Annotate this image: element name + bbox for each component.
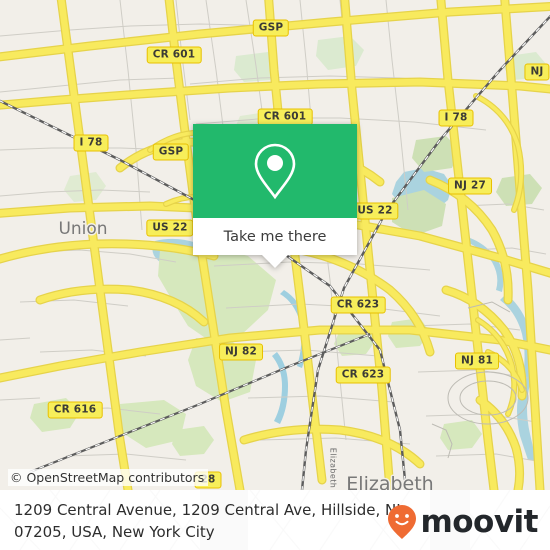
moovit-logo[interactable]: moovit	[387, 504, 538, 540]
road-shield: CR 601	[257, 108, 313, 126]
popup-action-row[interactable]: Take me there	[193, 218, 357, 255]
osm-attribution[interactable]: © OpenStreetMap contributors	[8, 469, 209, 486]
popup-pointer-tail	[262, 255, 288, 268]
road-shield: NJ 27	[448, 177, 492, 195]
road-shield: US 22	[351, 202, 399, 220]
take-me-there-label: Take me there	[223, 228, 327, 245]
location-pin-icon	[254, 143, 296, 200]
road-shield: GSP	[152, 143, 190, 161]
road-shield: NJ	[524, 63, 550, 81]
footer-bar: 1209 Central Avenue, 1209 Central Ave, H…	[0, 490, 550, 550]
address-line-2: 07205, USA, New York City	[14, 523, 215, 541]
road-shield: NJ 82	[219, 343, 263, 361]
popup-icon-area	[193, 124, 357, 218]
place-label-union: Union	[58, 219, 108, 239]
map-canvas[interactable]: GSP CR 601 CR 601 I 78 NJ I 78 GSP NJ 27…	[0, 0, 550, 490]
road-shield: NJ 81	[455, 352, 499, 370]
road-shield: CR 623	[330, 296, 386, 314]
road-shield: US 22	[146, 219, 194, 237]
place-label-elizabeth: Elizabeth	[346, 473, 434, 490]
road-shield: CR 601	[146, 46, 202, 64]
location-popup-card[interactable]: Take me there	[193, 124, 357, 268]
road-shield: I 78	[73, 134, 109, 152]
street-label-elizabeth: Elizabeth	[328, 447, 338, 489]
road-shield: I 78	[438, 109, 474, 127]
moovit-wordmark: moovit	[420, 503, 538, 540]
moovit-pin-smiley-icon	[388, 505, 417, 539]
address-text: 1209 Central Avenue, 1209 Central Ave, H…	[14, 499, 414, 543]
road-shield: CR 623	[335, 366, 391, 384]
address-line-1: 1209 Central Avenue, 1209 Central Ave, H…	[14, 501, 401, 519]
road-shield: CR 616	[47, 401, 103, 419]
road-shield: GSP	[252, 19, 290, 37]
map-screenshot: GSP CR 601 CR 601 I 78 NJ I 78 GSP NJ 27…	[0, 0, 550, 550]
